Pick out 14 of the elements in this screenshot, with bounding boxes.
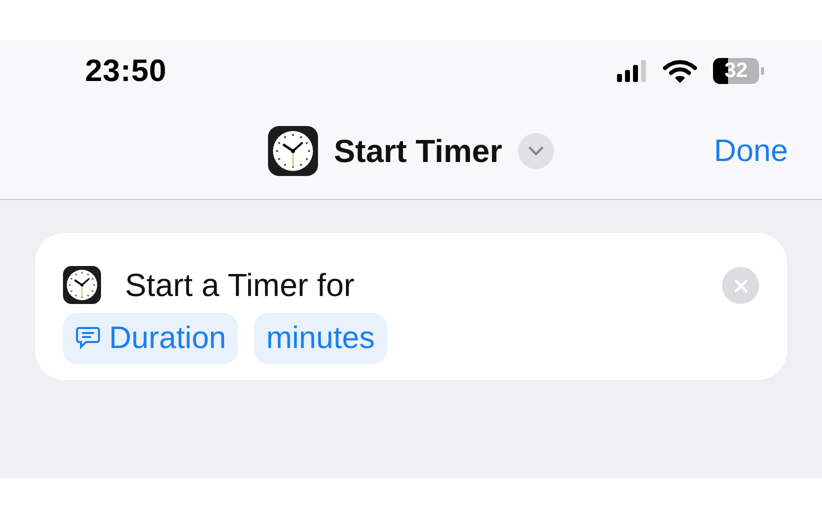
battery-tip-icon	[761, 67, 764, 75]
variable-token[interactable]: Duration	[63, 313, 238, 364]
chevron-down-icon[interactable]	[518, 132, 554, 168]
parameter-token[interactable]: minutes	[254, 313, 387, 364]
message-icon	[75, 325, 101, 352]
clock-icon	[63, 266, 101, 304]
clock-icon	[268, 126, 318, 176]
signal-icon	[617, 60, 647, 82]
action-title: Start Timer	[334, 132, 502, 170]
done-button[interactable]: Done	[714, 127, 788, 174]
close-icon	[734, 278, 748, 292]
action-text: Start a Timer for	[125, 266, 354, 305]
wifi-icon	[663, 59, 697, 83]
status-time: 23:50	[85, 52, 167, 90]
